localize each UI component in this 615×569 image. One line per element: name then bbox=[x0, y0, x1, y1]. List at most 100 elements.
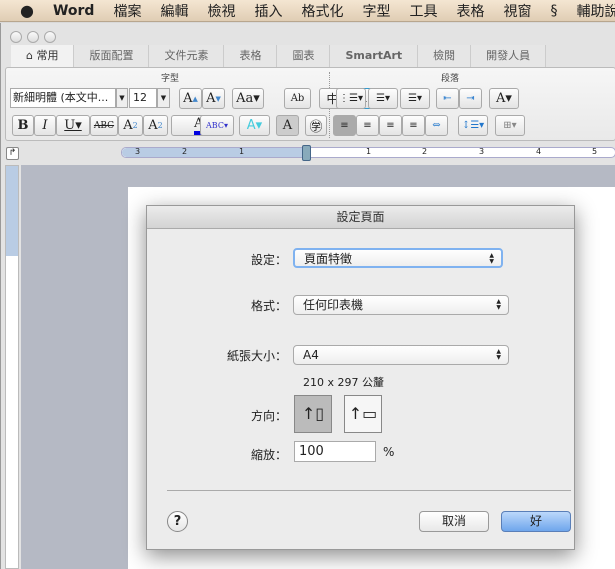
ruler-tick: 1 bbox=[239, 147, 245, 156]
landscape-icon: ↑▭ bbox=[348, 404, 378, 423]
paper-dimensions: 210 x 297 公釐 bbox=[303, 376, 384, 389]
menu-file[interactable]: 檔案 bbox=[113, 1, 141, 21]
paper-size-value: A4 bbox=[303, 348, 319, 362]
clear-formatting-icon[interactable]: Ab bbox=[284, 88, 311, 109]
ruler-tick: 4 bbox=[536, 147, 542, 156]
ruler-tick: 1 bbox=[366, 147, 372, 156]
tab-document-elements[interactable]: 文件元素 bbox=[149, 45, 225, 67]
updown-arrows-icon: ▲ ▼ bbox=[496, 298, 501, 311]
ruler-tick: 3 bbox=[479, 147, 485, 156]
scale-input[interactable]: 100 bbox=[294, 441, 376, 462]
menu-view[interactable]: 檢視 bbox=[207, 1, 235, 21]
dialog-title: 設定頁面 bbox=[147, 206, 574, 229]
settings-label: 設定： bbox=[250, 253, 287, 267]
ruler-tick: 2 bbox=[182, 147, 188, 156]
numbering-icon[interactable]: ☰▾ bbox=[368, 88, 398, 109]
superscript-icon[interactable]: A2 bbox=[118, 115, 143, 136]
ruler-tick: 3 bbox=[135, 147, 141, 156]
justify-icon[interactable]: ≡ bbox=[402, 115, 425, 136]
paper-size-label: 紙張大小： bbox=[226, 349, 287, 363]
menu-window[interactable]: 視窗 bbox=[503, 1, 531, 21]
text-effects-icon[interactable]: A▾ bbox=[239, 115, 270, 136]
subscript-icon[interactable]: A2 bbox=[143, 115, 168, 136]
align-left-icon[interactable]: ≡ bbox=[333, 115, 356, 136]
line-spacing-icon[interactable]: ↕☰▾ bbox=[458, 115, 488, 136]
tab-stop-selector[interactable]: ↱ bbox=[6, 147, 19, 160]
font-group-label: 字型 bbox=[161, 74, 180, 84]
settings-value: 頁面特徵 bbox=[304, 252, 353, 266]
increase-indent-icon[interactable]: ⇥ bbox=[459, 88, 482, 109]
percent-label: % bbox=[383, 445, 395, 459]
character-shading-icon[interactable]: A bbox=[276, 115, 299, 136]
tab-home[interactable]: ⌂ 常用 bbox=[11, 45, 75, 67]
vertical-ruler[interactable] bbox=[5, 165, 19, 569]
bullets-icon[interactable]: ⋮☰▾ bbox=[336, 88, 366, 109]
settings-popup[interactable]: 頁面特徵 ▲ ▼ bbox=[293, 248, 503, 268]
enclose-characters-icon[interactable]: ㊫ bbox=[305, 115, 327, 136]
ribbon-tabs: ⌂ 常用 版面配置 文件元素 表格 圖表 SmartArt 檢閱 開發人員 bbox=[11, 45, 547, 67]
text-direction-icon[interactable]: A▾ bbox=[489, 88, 519, 109]
home-icon: ⌂ bbox=[26, 49, 37, 62]
updown-arrows-icon: ▲ ▼ bbox=[489, 252, 494, 265]
format-label: 格式： bbox=[250, 299, 287, 313]
close-button[interactable] bbox=[10, 31, 22, 43]
menu-insert[interactable]: 插入 bbox=[254, 1, 282, 21]
strikethrough-icon[interactable]: ABC bbox=[90, 115, 118, 136]
menu-table[interactable]: 表格 bbox=[456, 1, 484, 21]
ruler-tick: 5 bbox=[592, 147, 598, 156]
menu-font[interactable]: 字型 bbox=[362, 1, 390, 21]
apple-icon[interactable]: ● bbox=[20, 1, 34, 20]
highlight-icon[interactable]: ABC▾ bbox=[200, 115, 234, 136]
horizontal-ruler[interactable]: 3 2 1 1 2 3 4 5 bbox=[121, 145, 615, 161]
tab-charts[interactable]: 圖表 bbox=[277, 45, 331, 67]
paper-size-popup[interactable]: A4 ▲ ▼ bbox=[293, 345, 509, 365]
menu-format[interactable]: 格式化 bbox=[301, 1, 343, 21]
tab-review[interactable]: 檢閱 bbox=[418, 45, 472, 67]
menu-edit[interactable]: 編輯 bbox=[160, 1, 188, 21]
tab-developer[interactable]: 開發人員 bbox=[471, 45, 547, 67]
script-icon[interactable]: § bbox=[550, 3, 557, 19]
font-size-dropdown[interactable]: ▼ bbox=[157, 88, 170, 108]
font-name-field[interactable]: 新細明體 (本文中... bbox=[10, 88, 116, 108]
multilevel-list-icon[interactable]: ☰▾ bbox=[400, 88, 430, 109]
zoom-button[interactable] bbox=[44, 31, 56, 43]
tab-tables[interactable]: 表格 bbox=[224, 45, 278, 67]
align-center-icon[interactable]: ≡ bbox=[356, 115, 379, 136]
bold-icon[interactable]: B bbox=[12, 115, 34, 136]
underline-icon[interactable]: U▾ bbox=[56, 115, 90, 136]
font-size-field[interactable]: 12 bbox=[129, 88, 157, 108]
italic-icon[interactable]: I bbox=[34, 115, 56, 136]
orientation-label: 方向： bbox=[250, 409, 287, 423]
align-right-icon[interactable]: ≡ bbox=[379, 115, 402, 136]
landscape-orientation-button[interactable]: ↑▭ bbox=[344, 395, 382, 433]
portrait-orientation-button[interactable]: ↑▯ bbox=[294, 395, 332, 433]
cancel-button[interactable]: 取消 bbox=[419, 511, 489, 532]
page-setup-dialog: 設定頁面 設定： 頁面特徵 ▲ ▼ 格式： 任何印表機 ▲ ▼ 紙張大小： A4 ▲ ▼ 2… bbox=[146, 205, 575, 550]
separator bbox=[167, 490, 571, 491]
menu-help[interactable]: 輔助說 bbox=[576, 1, 615, 21]
decrease-indent-icon[interactable]: ⇤ bbox=[436, 88, 459, 109]
ruler-margin bbox=[122, 148, 307, 157]
borders-icon[interactable]: ⊞▾ bbox=[495, 115, 525, 136]
grow-font-icon[interactable]: A ▲ bbox=[179, 88, 202, 109]
help-button[interactable]: ? bbox=[167, 511, 188, 532]
menu-bar: ● Word 檔案 編輯 檢視 插入 格式化 字型 工具 表格 視窗 § 輔助說 bbox=[0, 0, 615, 22]
menu-app[interactable]: Word bbox=[53, 3, 95, 19]
font-name-dropdown[interactable]: ▼ bbox=[116, 88, 128, 108]
minimize-button[interactable] bbox=[27, 31, 39, 43]
format-popup[interactable]: 任何印表機 ▲ ▼ bbox=[293, 295, 509, 315]
ok-button[interactable]: 好 bbox=[501, 511, 571, 532]
change-case-icon[interactable]: Aa▾ bbox=[232, 88, 264, 109]
scale-label: 縮放： bbox=[250, 448, 287, 462]
updown-arrows-icon: ▲ ▼ bbox=[496, 348, 501, 361]
indent-marker[interactable] bbox=[302, 145, 311, 161]
menu-tools[interactable]: 工具 bbox=[409, 1, 437, 21]
distribute-icon[interactable]: ⇔ bbox=[425, 115, 448, 136]
tab-layout[interactable]: 版面配置 bbox=[74, 45, 150, 67]
paragraph-group-label: 段落 bbox=[441, 74, 460, 84]
format-value: 任何印表機 bbox=[303, 298, 364, 312]
ruler-tick: 2 bbox=[422, 147, 428, 156]
tab-smartart[interactable]: SmartArt bbox=[330, 45, 419, 67]
portrait-icon: ↑▯ bbox=[301, 404, 325, 423]
shrink-font-icon[interactable]: A ▼ bbox=[202, 88, 225, 109]
